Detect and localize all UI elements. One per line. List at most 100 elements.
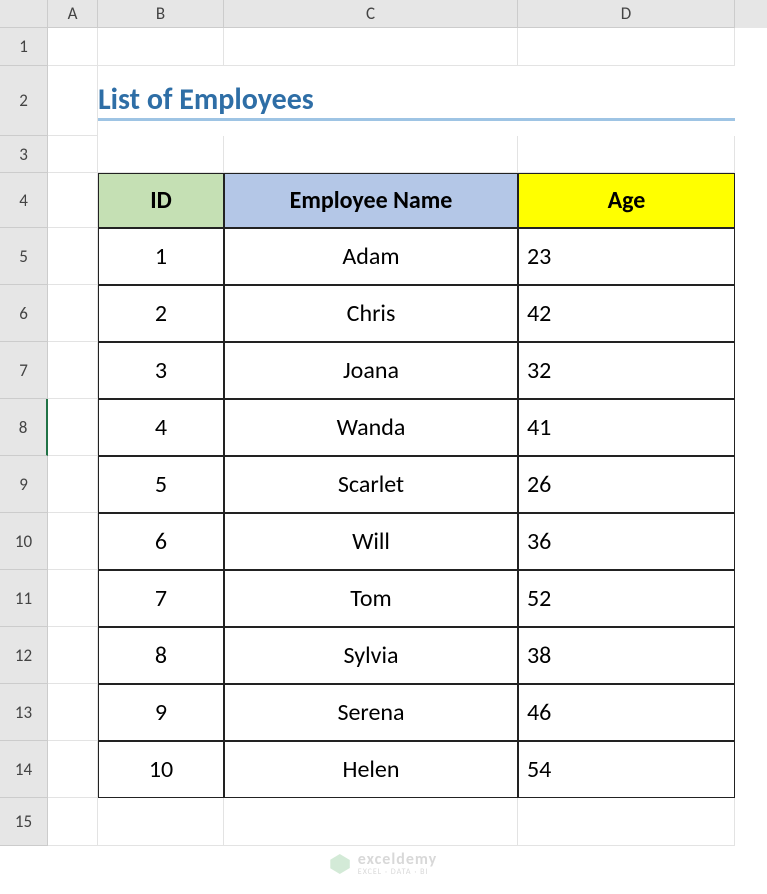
cell-name[interactable]: Adam [224, 228, 518, 285]
title-merged-cell[interactable]: List of Employees [98, 66, 735, 136]
cell-name[interactable]: Chris [224, 285, 518, 342]
col-header-C[interactable]: C [224, 0, 518, 28]
cell-age[interactable]: 54 [518, 741, 735, 798]
cell-id[interactable]: 4 [98, 399, 224, 456]
col-header-A[interactable]: A [48, 0, 98, 28]
cell-A9[interactable] [48, 456, 98, 513]
cell-A12[interactable] [48, 627, 98, 684]
row-header-6[interactable]: 6 [0, 285, 48, 342]
cell-A15[interactable] [48, 798, 98, 846]
cell-A7[interactable] [48, 342, 98, 399]
row-6: 6 2 Chris 42 [0, 285, 767, 342]
spreadsheet: A B C D 1 2 List of Employees 3 4 ID Emp… [0, 0, 767, 894]
cell-A5[interactable] [48, 228, 98, 285]
row-13: 13 9 Serena 46 [0, 684, 767, 741]
row-header-2[interactable]: 2 [0, 66, 48, 136]
cell-C15[interactable] [224, 798, 518, 846]
cell-A6[interactable] [48, 285, 98, 342]
cell-B3[interactable] [98, 136, 224, 173]
cell-id[interactable]: 2 [98, 285, 224, 342]
row-header-15[interactable]: 15 [0, 798, 48, 846]
col-header-D[interactable]: D [518, 0, 735, 28]
cell-id[interactable]: 8 [98, 627, 224, 684]
row-header-7[interactable]: 7 [0, 342, 48, 399]
cell-C1[interactable] [224, 28, 518, 66]
cell-D1[interactable] [518, 28, 735, 66]
cell-age[interactable]: 41 [518, 399, 735, 456]
cell-C3[interactable] [224, 136, 518, 173]
row-2: 2 List of Employees [0, 66, 767, 136]
cell-name[interactable]: Joana [224, 342, 518, 399]
watermark: exceldemy EXCEL · DATA · BI [330, 852, 437, 876]
cell-name[interactable]: Will [224, 513, 518, 570]
cell-A1[interactable] [48, 28, 98, 66]
watermark-subtext: EXCEL · DATA · BI [358, 868, 437, 876]
cell-id[interactable]: 1 [98, 228, 224, 285]
cell-id[interactable]: 6 [98, 513, 224, 570]
cell-B1[interactable] [98, 28, 224, 66]
cell-name[interactable]: Helen [224, 741, 518, 798]
cell-age[interactable]: 36 [518, 513, 735, 570]
row-header-12[interactable]: 12 [0, 627, 48, 684]
row-header-8[interactable]: 8 [0, 399, 48, 456]
col-header-B[interactable]: B [98, 0, 224, 28]
cell-name[interactable]: Serena [224, 684, 518, 741]
row-header-4[interactable]: 4 [0, 173, 48, 228]
row-1: 1 [0, 28, 767, 66]
row-header-3[interactable]: 3 [0, 136, 48, 173]
cell-id[interactable]: 9 [98, 684, 224, 741]
cell-name[interactable]: Sylvia [224, 627, 518, 684]
cell-name[interactable]: Scarlet [224, 456, 518, 513]
cell-age[interactable]: 52 [518, 570, 735, 627]
cell-age[interactable]: 26 [518, 456, 735, 513]
row-12: 12 8 Sylvia 38 [0, 627, 767, 684]
row-header-13[interactable]: 13 [0, 684, 48, 741]
row-header-1[interactable]: 1 [0, 28, 48, 66]
cell-A8[interactable] [48, 399, 98, 456]
row-3: 3 [0, 136, 767, 173]
table-header-name[interactable]: Employee Name [224, 173, 518, 228]
cell-id[interactable]: 5 [98, 456, 224, 513]
row-header-9[interactable]: 9 [0, 456, 48, 513]
cell-name[interactable]: Wanda [224, 399, 518, 456]
cell-A2[interactable] [48, 66, 98, 136]
row-7: 7 3 Joana 32 [0, 342, 767, 399]
row-11: 11 7 Tom 52 [0, 570, 767, 627]
cell-D15[interactable] [518, 798, 735, 846]
select-all-corner[interactable] [0, 0, 48, 28]
cell-D3[interactable] [518, 136, 735, 173]
cell-B15[interactable] [98, 798, 224, 846]
cell-A13[interactable] [48, 684, 98, 741]
cell-age[interactable]: 38 [518, 627, 735, 684]
cell-age[interactable]: 23 [518, 228, 735, 285]
cell-A11[interactable] [48, 570, 98, 627]
watermark-logo-icon [330, 854, 350, 874]
cell-A10[interactable] [48, 513, 98, 570]
cell-age[interactable]: 32 [518, 342, 735, 399]
page-title: List of Employees [98, 81, 735, 121]
row-14: 14 10 Helen 54 [0, 741, 767, 798]
row-5: 5 1 Adam 23 [0, 228, 767, 285]
row-header-5[interactable]: 5 [0, 228, 48, 285]
cell-age[interactable]: 46 [518, 684, 735, 741]
row-header-14[interactable]: 14 [0, 741, 48, 798]
cell-id[interactable]: 3 [98, 342, 224, 399]
row-9: 9 5 Scarlet 26 [0, 456, 767, 513]
table-header-age[interactable]: Age [518, 173, 735, 228]
row-15: 15 [0, 798, 767, 846]
cell-name[interactable]: Tom [224, 570, 518, 627]
cell-id[interactable]: 7 [98, 570, 224, 627]
cell-age[interactable]: 42 [518, 285, 735, 342]
row-header-10[interactable]: 10 [0, 513, 48, 570]
cell-A4[interactable] [48, 173, 98, 228]
row-8: 8 4 Wanda 41 [0, 399, 767, 456]
cell-A3[interactable] [48, 136, 98, 173]
table-header-id[interactable]: ID [98, 173, 224, 228]
watermark-text: exceldemy [358, 852, 437, 868]
row-4: 4 ID Employee Name Age [0, 173, 767, 228]
row-10: 10 6 Will 36 [0, 513, 767, 570]
cell-A14[interactable] [48, 741, 98, 798]
row-header-11[interactable]: 11 [0, 570, 48, 627]
column-headers: A B C D [0, 0, 767, 28]
cell-id[interactable]: 10 [98, 741, 224, 798]
